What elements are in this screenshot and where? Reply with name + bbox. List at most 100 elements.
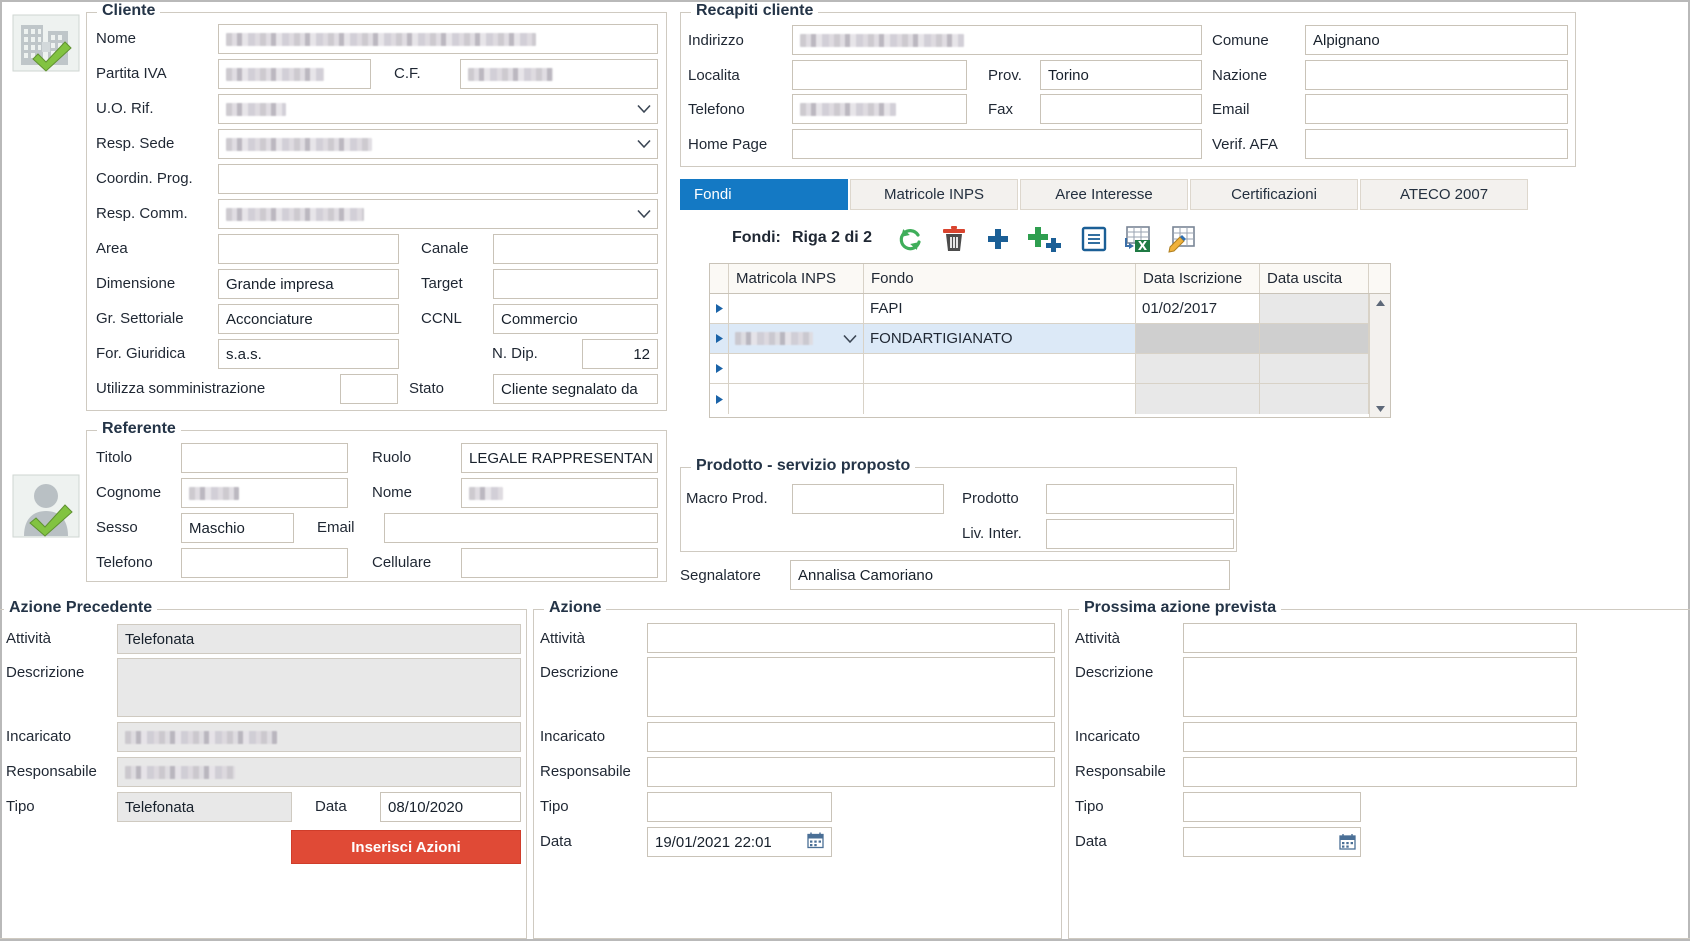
column-header-data-iscrizione[interactable]: Data Iscrizione	[1136, 264, 1260, 293]
nome-referente-input[interactable]	[461, 478, 658, 508]
scroll-up-icon[interactable]	[1375, 294, 1386, 311]
cellulare-input[interactable]	[461, 548, 658, 578]
pa-tipo-combo[interactable]	[1183, 792, 1361, 822]
home-page-input[interactable]	[792, 129, 1202, 159]
cell-data-iscrizione[interactable]	[1136, 324, 1260, 353]
prodotto-combo[interactable]	[1046, 484, 1234, 514]
az-responsabile-combo[interactable]	[647, 757, 1055, 787]
pa-responsabile-input[interactable]	[1183, 757, 1577, 787]
segnalatore-combo[interactable]: Annalisa Camoriano	[790, 560, 1230, 590]
az-data-input[interactable]: 19/01/2021 22:01	[647, 827, 832, 857]
cell-data-uscita[interactable]	[1260, 384, 1369, 414]
scroll-down-icon[interactable]	[1375, 400, 1386, 417]
save-icon[interactable]	[1079, 224, 1109, 254]
email-referente-input[interactable]	[384, 513, 658, 543]
gr-settoriale-combo[interactable]: Acconciature	[218, 304, 399, 334]
for-giuridica-combo[interactable]: s.a.s.	[218, 339, 399, 369]
column-header-fondo[interactable]: Fondo	[864, 264, 1136, 293]
macro-prod-combo[interactable]	[792, 484, 944, 514]
cognome-input[interactable]	[181, 478, 348, 508]
n-dip-input[interactable]: 12	[582, 339, 658, 369]
resp-sede-combo[interactable]	[218, 129, 658, 159]
nazione-input[interactable]	[1305, 60, 1568, 90]
cell-data-iscrizione[interactable]	[1136, 384, 1260, 414]
telefono-referente-input[interactable]	[181, 548, 348, 578]
cell-data-iscrizione[interactable]: 01/02/2017	[1136, 294, 1260, 323]
utilizza-somministrazione-combo[interactable]	[340, 374, 398, 404]
cell-matricola-inps[interactable]	[729, 294, 864, 323]
cell-data-uscita[interactable]	[1260, 324, 1369, 353]
inserisci-azioni-button[interactable]: Inserisci Azioni	[291, 830, 521, 864]
az-tipo-combo[interactable]	[647, 792, 832, 822]
indirizzo-input[interactable]	[792, 25, 1202, 55]
liv-inter-combo[interactable]	[1046, 519, 1234, 549]
tab-ateco-2007[interactable]: ATECO 2007	[1360, 179, 1528, 210]
resp-comm-combo[interactable]	[218, 199, 658, 229]
pa-attivita-input[interactable]	[1183, 623, 1577, 653]
delete-icon[interactable]	[939, 224, 969, 254]
cell-fondo[interactable]	[864, 384, 1136, 414]
cell-fondo[interactable]: FAPI	[864, 294, 1136, 323]
area-combo[interactable]	[218, 234, 399, 264]
uo-rif-combo[interactable]	[218, 94, 658, 124]
verif-afa-input[interactable]	[1305, 129, 1568, 159]
stato-combo[interactable]: Cliente segnalato da	[493, 374, 658, 404]
table-row[interactable]: FAPI 01/02/2017	[710, 294, 1390, 324]
coordin-prog-combo[interactable]	[218, 164, 658, 194]
tab-aree-interesse[interactable]: Aree Interesse	[1020, 179, 1188, 210]
export-excel-icon[interactable]: X	[1123, 224, 1153, 254]
edit-grid-icon[interactable]	[1167, 224, 1197, 254]
ccnl-combo[interactable]: Commercio	[493, 304, 658, 334]
azione-precedente-title: Azione Precedente	[4, 599, 158, 617]
prodotto-group-title: Prodotto - servizio proposto	[691, 457, 916, 475]
nome-input[interactable]	[218, 24, 658, 54]
cell-matricola-inps[interactable]	[729, 324, 864, 353]
partita-iva-input[interactable]	[218, 59, 371, 89]
ruolo-combo[interactable]: LEGALE RAPPRESENTAN	[461, 443, 658, 473]
redacted-value	[800, 102, 896, 116]
cell-fondo[interactable]	[864, 354, 1136, 383]
pa-incaricato-input[interactable]	[1183, 722, 1577, 752]
column-header-data-uscita[interactable]: Data uscita	[1260, 264, 1369, 293]
prov-combo[interactable]: Torino	[1040, 60, 1202, 90]
add-icon[interactable]	[983, 224, 1013, 254]
cell-matricola-inps[interactable]	[729, 354, 864, 383]
az-attivita-input[interactable]	[647, 623, 1055, 653]
label-titolo: Titolo	[96, 449, 133, 466]
chevron-down-icon	[637, 139, 651, 149]
cell-fondo[interactable]: FONDARTIGIANATO	[864, 324, 1136, 353]
tab-certificazioni[interactable]: Certificazioni	[1190, 179, 1358, 210]
cf-input[interactable]	[460, 59, 658, 89]
table-row[interactable]	[710, 354, 1390, 384]
tab-matricole-inps[interactable]: Matricole INPS	[850, 179, 1018, 210]
chevron-down-icon	[843, 334, 857, 343]
column-header-matricola-inps[interactable]: Matricola INPS	[729, 264, 864, 293]
fax-input[interactable]	[1040, 94, 1202, 124]
az-incaricato-combo[interactable]	[647, 722, 1055, 752]
target-combo[interactable]	[493, 269, 658, 299]
tab-fondi[interactable]: Fondi	[680, 179, 848, 210]
localita-input[interactable]	[792, 60, 967, 90]
add-multiple-icon[interactable]	[1027, 224, 1065, 254]
pa-data-input[interactable]	[1183, 827, 1361, 857]
calendar-icon[interactable]	[807, 832, 824, 853]
az-descrizione-input[interactable]	[647, 657, 1055, 717]
fondi-grid: Matricola INPS Fondo Data Iscrizione Dat…	[709, 263, 1391, 418]
canale-combo[interactable]	[493, 234, 658, 264]
calendar-icon[interactable]	[1339, 833, 1356, 854]
grid-vertical-scrollbar[interactable]	[1369, 294, 1390, 417]
comune-input[interactable]: Alpignano	[1305, 25, 1568, 55]
cell-data-iscrizione[interactable]	[1136, 354, 1260, 383]
pa-descrizione-input[interactable]	[1183, 657, 1577, 717]
sesso-combo[interactable]: Maschio	[181, 513, 294, 543]
refresh-icon[interactable]	[895, 224, 925, 254]
titolo-combo[interactable]	[181, 443, 348, 473]
cell-data-uscita[interactable]	[1260, 354, 1369, 383]
table-row[interactable]: FONDARTIGIANATO	[710, 324, 1390, 354]
table-row[interactable]	[710, 384, 1390, 414]
dimensione-combo[interactable]: Grande impresa	[218, 269, 399, 299]
email-input[interactable]	[1305, 94, 1568, 124]
cell-matricola-inps[interactable]	[729, 384, 864, 414]
telefono-input[interactable]	[792, 94, 967, 124]
cell-data-uscita[interactable]	[1260, 294, 1369, 323]
